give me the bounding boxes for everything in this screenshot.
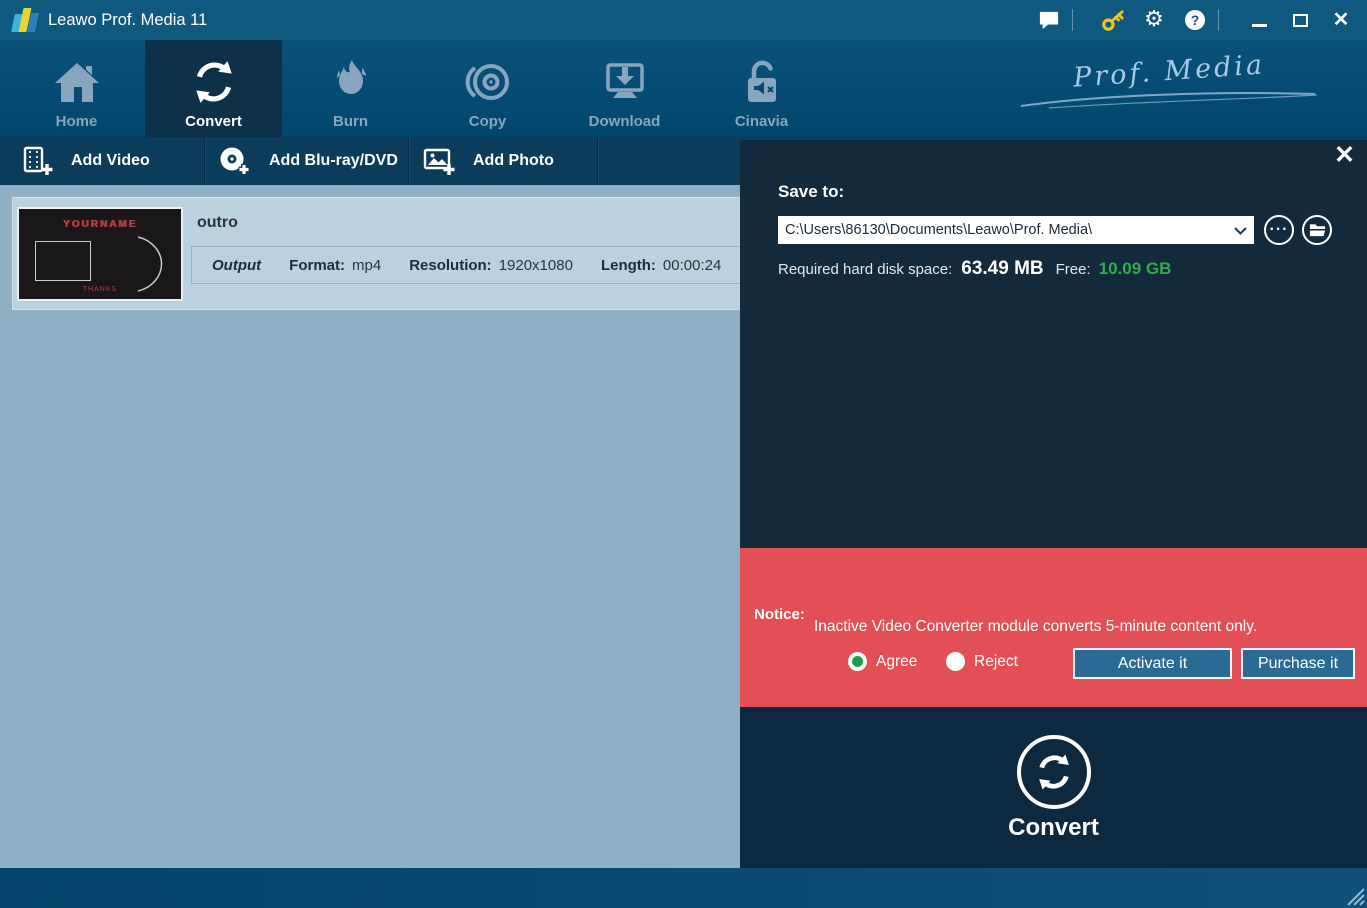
- file-title: outro: [197, 214, 238, 231]
- convert-action-section: Convert: [740, 707, 1367, 868]
- window-title: Leawo Prof. Media 11: [48, 11, 208, 29]
- toolbar-label: Add Blu-ray/DVD: [269, 152, 398, 169]
- resize-grip[interactable]: [1343, 884, 1365, 906]
- minimize-icon[interactable]: [1247, 8, 1271, 32]
- cinavia-unlock-icon: [741, 55, 783, 109]
- tab-label: Download: [588, 113, 661, 130]
- convert-button-label[interactable]: Convert: [740, 814, 1367, 842]
- brand-logo: Prof. Media: [1019, 49, 1319, 109]
- brand-text: Prof. Media: [1072, 49, 1266, 94]
- help-icon[interactable]: ?: [1183, 8, 1207, 32]
- thumbnail-arc-shape: [137, 236, 163, 292]
- radio-selected-icon: [848, 652, 867, 671]
- tab-copy[interactable]: Copy: [419, 40, 556, 137]
- leawo-logo-icon: [11, 8, 40, 32]
- titlebar-separator: [1072, 9, 1073, 31]
- tab-burn[interactable]: Burn: [282, 40, 419, 137]
- settings-gear-icon[interactable]: ⚙: [1142, 8, 1166, 32]
- free-space-label: Free:: [1055, 261, 1091, 278]
- free-space-value: 10.09 GB: [1098, 259, 1172, 278]
- register-key-icon[interactable]: [1101, 8, 1125, 32]
- browse-more-button[interactable]: ···: [1264, 215, 1294, 245]
- format-field: Format: mp4: [289, 256, 382, 274]
- film-plus-icon: [23, 146, 53, 175]
- tab-label: Copy: [468, 113, 507, 130]
- notice-message: Inactive Video Converter module converts…: [814, 618, 1258, 635]
- radio-label: Agree: [876, 652, 918, 670]
- notice-label: Notice:: [754, 606, 805, 623]
- convert-sync-icon: [189, 55, 239, 109]
- thumbnail-rect-shape: [35, 241, 91, 281]
- tab-download[interactable]: Download: [556, 40, 693, 137]
- save-to-label: Save to:: [778, 182, 845, 201]
- app-window: Leawo Prof. Media 11 ⚙ ? ✕ Home Convert …: [0, 0, 1367, 908]
- purchase-button[interactable]: Purchase it: [1241, 648, 1355, 679]
- tab-label: Cinavia: [734, 113, 789, 130]
- titlebar-icons: ⚙ ? ✕: [1020, 0, 1367, 40]
- ellipsis-icon: ···: [1269, 221, 1289, 238]
- disk-space-row: Required hard disk space: 63.49 MB Free:…: [778, 258, 1171, 280]
- close-window-icon[interactable]: ✕: [1329, 8, 1353, 32]
- toolbar-label: Add Video: [71, 152, 150, 169]
- open-folder-button[interactable]: [1302, 215, 1332, 245]
- resolution-field: Resolution: 1920x1080: [409, 256, 573, 274]
- save-to-section: ✕ Save to: ··· Required hard disk space:…: [740, 140, 1367, 548]
- activate-button[interactable]: Activate it: [1073, 648, 1232, 679]
- agree-radio[interactable]: Agree: [848, 652, 917, 671]
- disc-plus-icon: [220, 147, 250, 175]
- chevron-down-icon[interactable]: [1234, 227, 1247, 235]
- convert-settings-panel: ✕ Save to: ··· Required hard disk space:…: [740, 140, 1367, 868]
- add-bluray-dvd-button[interactable]: Add Blu-ray/DVD: [218, 137, 398, 185]
- toolbar-label: Add Photo: [473, 152, 554, 169]
- notice-banner: Notice: Inactive Video Converter module …: [740, 548, 1367, 707]
- titlebar: Leawo Prof. Media 11 ⚙ ? ✕: [0, 0, 1367, 40]
- add-video-button[interactable]: Add Video: [20, 137, 150, 185]
- feedback-message-icon[interactable]: [1037, 8, 1061, 32]
- required-space-label: Required hard disk space:: [778, 261, 953, 278]
- titlebar-separator: [1218, 9, 1219, 31]
- length-field: Length: 00:00:24: [600, 256, 722, 274]
- maximize-icon[interactable]: [1288, 8, 1312, 32]
- toolbar-separator: [597, 137, 598, 185]
- photo-plus-icon: [423, 148, 455, 175]
- panel-close-icon[interactable]: ✕: [1334, 140, 1355, 170]
- thumbnail-title-text: YOURNAME: [62, 219, 138, 230]
- download-icon: [601, 55, 649, 109]
- convert-button[interactable]: [1016, 735, 1091, 809]
- folder-icon: [1309, 224, 1325, 237]
- burn-flame-icon: [330, 55, 372, 109]
- convert-sync-icon: [1038, 754, 1069, 790]
- output-label: Output: [212, 256, 262, 274]
- tab-cinavia[interactable]: Cinavia: [693, 40, 830, 137]
- save-path-input[interactable]: [779, 217, 1225, 243]
- add-photo-button[interactable]: Add Photo: [422, 137, 554, 185]
- toolbar-separator: [204, 137, 205, 185]
- tab-label: Home: [55, 113, 98, 130]
- tab-convert[interactable]: Convert: [145, 40, 282, 137]
- main-navbar: Home Convert Burn Copy Download Cinavia …: [0, 40, 1367, 137]
- reject-radio[interactable]: Reject: [946, 652, 1018, 671]
- tab-label: Convert: [185, 113, 242, 130]
- save-path-combobox[interactable]: [778, 216, 1254, 244]
- radio-label: Reject: [974, 652, 1018, 670]
- brand-swoosh: [1020, 92, 1318, 109]
- nav-tabs: Home Convert Burn Copy Download Cinavia: [8, 40, 830, 137]
- tab-label: Burn: [333, 113, 368, 130]
- video-thumbnail: YOURNAME THANKS: [17, 207, 183, 301]
- required-space-value: 63.49 MB: [961, 258, 1044, 279]
- radio-unselected-icon: [946, 652, 965, 671]
- copy-disc-icon: [464, 55, 512, 109]
- statusbar: [0, 868, 1367, 908]
- thumbnail-subtitle-text: THANKS: [82, 286, 118, 293]
- tab-home[interactable]: Home: [8, 40, 145, 137]
- home-icon: [53, 55, 101, 109]
- toolbar-separator: [408, 137, 409, 185]
